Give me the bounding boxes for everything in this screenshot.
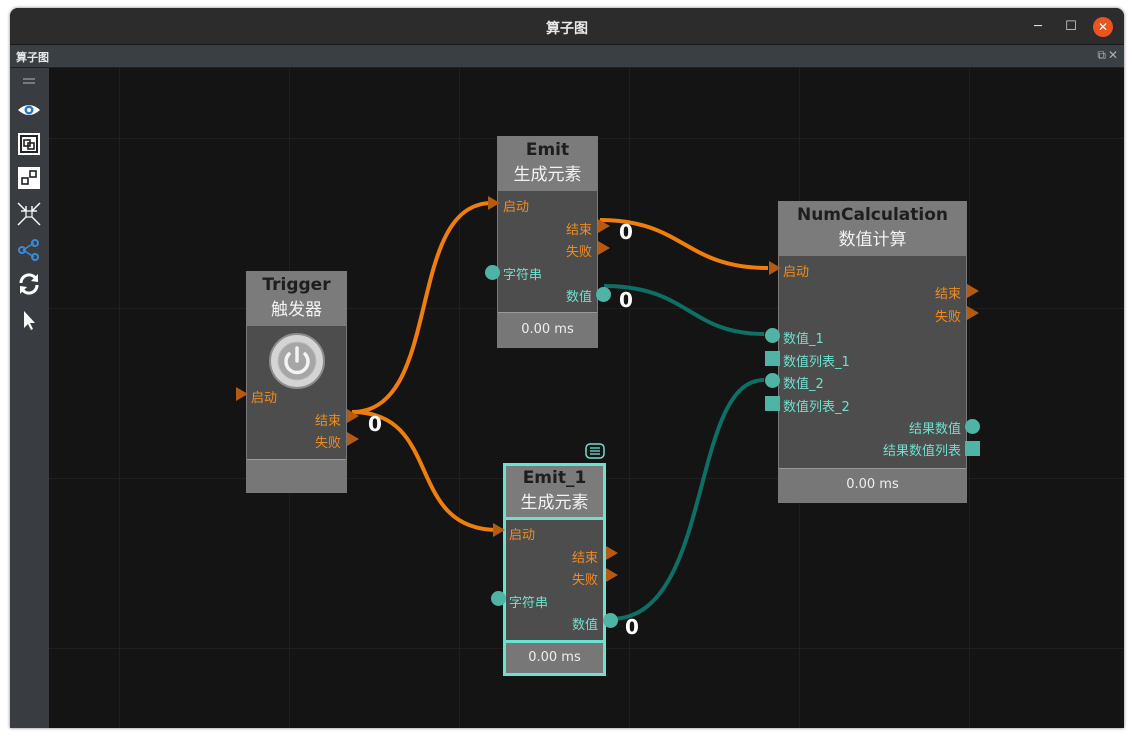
- node-footer: [247, 459, 346, 492]
- numcalc-list1-port[interactable]: [765, 351, 780, 366]
- wire-count-label: 0: [625, 615, 639, 639]
- node-exec-time: 0.00 ms: [779, 468, 966, 502]
- grip-icon[interactable]: [17, 72, 41, 90]
- list1-port-label: 数值列表_1: [783, 355, 850, 370]
- numcalc-result-list-port[interactable]: [965, 441, 980, 456]
- share-graph-icon[interactable]: [17, 238, 41, 262]
- pointer-icon[interactable]: [17, 308, 41, 332]
- numcalc-value1-port[interactable]: [765, 328, 780, 343]
- value2-port-label: 数值_2: [783, 377, 824, 392]
- numcalc-end-port[interactable]: [967, 284, 979, 298]
- panel-title: 算子图: [16, 51, 49, 64]
- node-header: Emit 生成元素: [498, 137, 597, 191]
- start-port-label: 启动: [783, 265, 810, 280]
- emit1-value-port[interactable]: [603, 613, 618, 628]
- fail-port-label: 失败: [565, 245, 592, 260]
- result-port-label: 结果数值: [908, 422, 961, 437]
- wire-count-label: 0: [368, 412, 382, 436]
- result-list-port-label: 结果数值列表: [882, 444, 961, 459]
- numcalc-start-port[interactable]: [769, 261, 781, 275]
- title-bar: 算子图 ─ ☐ ✕: [10, 8, 1124, 45]
- panel-header: 算子图 ⧉✕: [10, 45, 1124, 68]
- node-name: Trigger: [262, 275, 331, 295]
- trigger-end-port[interactable]: [347, 409, 359, 423]
- node-name: Emit: [525, 140, 570, 160]
- node-header: Trigger 触发器: [247, 272, 346, 326]
- collapse-icon[interactable]: [17, 202, 41, 226]
- value-port-label: 数值: [565, 290, 592, 305]
- node-subtitle: 触发器: [271, 300, 322, 320]
- emit1-end-port[interactable]: [606, 546, 618, 560]
- numcalculation-node[interactable]: NumCalculation 数值计算 启动 结束 失败 数值_1 数值列表_1…: [778, 201, 967, 503]
- start-port-label: 启动: [503, 200, 530, 215]
- value-port-label: 数值: [571, 618, 598, 633]
- close-button[interactable]: ✕: [1093, 17, 1113, 37]
- flow-wire-trigger-emit[interactable]: [351, 201, 493, 414]
- emit-value-port[interactable]: [596, 287, 611, 302]
- fail-port-label: 失败: [934, 310, 961, 325]
- emit1-start-port[interactable]: [493, 523, 505, 537]
- maximize-button[interactable]: ☐: [1061, 17, 1081, 37]
- power-icon[interactable]: [269, 333, 325, 389]
- emit-fail-port[interactable]: [598, 241, 610, 255]
- wire-count-label: 0: [619, 220, 633, 244]
- node-subtitle: 数值计算: [838, 230, 907, 250]
- end-port-label: 结束: [314, 414, 341, 429]
- panel-float-close-controls[interactable]: ⧉✕: [1097, 48, 1120, 63]
- trigger-node[interactable]: Trigger 触发器 启动 结束 失败: [246, 271, 347, 493]
- emit1-fail-port[interactable]: [606, 568, 618, 582]
- graph-canvas[interactable]: 0 0 0 0 Trigger 触发器 启动 结束 失败 Emit 生成元素 启…: [49, 68, 1124, 728]
- wire-count-label: 0: [619, 288, 633, 312]
- emit-string-port[interactable]: [485, 265, 500, 280]
- node-subtitle: 生成元素: [513, 165, 582, 185]
- emit1-node[interactable]: Emit_1 生成元素 启动 结束 失败 字符串 数值 0.00 ms: [503, 463, 606, 676]
- list2-port-label: 数值列表_2: [783, 400, 850, 415]
- string-port-label: 字符串: [503, 268, 543, 283]
- window-title: 算子图: [546, 21, 588, 37]
- node-header: Emit_1 生成元素: [506, 466, 603, 520]
- node-subtitle: 生成元素: [520, 493, 589, 513]
- emit-end-port[interactable]: [598, 219, 610, 233]
- fail-port-label: 失败: [571, 573, 598, 588]
- start-port-label: 启动: [509, 528, 536, 543]
- numcalc-value2-port[interactable]: [765, 373, 780, 388]
- refresh-icon[interactable]: [17, 272, 41, 296]
- node-exec-time: 0.00 ms: [498, 312, 597, 347]
- value1-port-label: 数值_1: [783, 332, 824, 347]
- graph-toolbar: [10, 68, 49, 728]
- comment-icon[interactable]: [585, 443, 605, 459]
- emit1-string-port[interactable]: [491, 591, 506, 606]
- numcalc-result-port[interactable]: [965, 419, 980, 434]
- string-port-label: 字符串: [509, 596, 549, 611]
- trigger-start-port[interactable]: [236, 387, 248, 401]
- app-window: 算子图 ─ ☐ ✕ 算子图 ⧉✕ 0 0 0 0 Trigger 触发器 启动 …: [10, 8, 1124, 728]
- node-name: NumCalculation: [796, 205, 949, 225]
- end-port-label: 结束: [565, 223, 592, 238]
- emit-node[interactable]: Emit 生成元素 启动 结束 失败 字符串 数值 0.00 ms: [497, 136, 598, 348]
- end-port-label: 结束: [934, 287, 961, 302]
- numcalc-fail-port[interactable]: [967, 306, 979, 320]
- fail-port-label: 失败: [314, 436, 341, 451]
- data-wire-emit1-numcalc[interactable]: [610, 378, 765, 621]
- eye-icon[interactable]: [17, 98, 41, 122]
- start-port-label: 启动: [251, 391, 278, 406]
- end-port-label: 结束: [571, 551, 598, 566]
- node-exec-time: 0.00 ms: [506, 640, 603, 673]
- fit-view-icon[interactable]: [17, 132, 41, 156]
- minimize-button[interactable]: ─: [1028, 17, 1048, 37]
- trigger-fail-port[interactable]: [347, 432, 359, 446]
- layout-icon[interactable]: [17, 166, 41, 190]
- emit-start-port[interactable]: [488, 196, 500, 210]
- node-header: NumCalculation 数值计算: [779, 202, 966, 256]
- numcalc-list2-port[interactable]: [765, 396, 780, 411]
- node-name: Emit_1: [522, 468, 587, 488]
